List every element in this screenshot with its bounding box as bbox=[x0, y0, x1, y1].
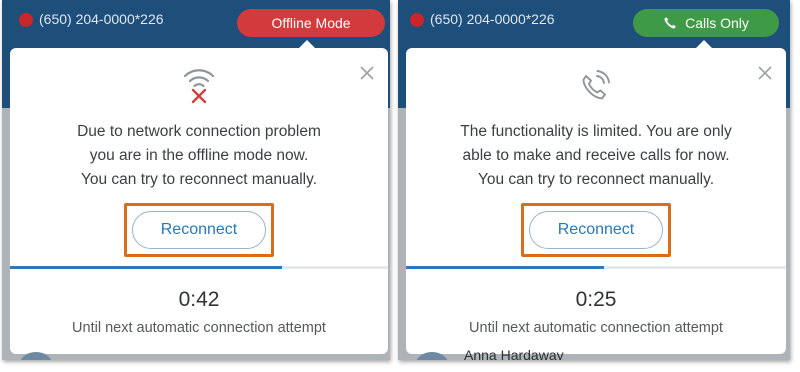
reconnect-button[interactable]: Reconnect bbox=[132, 211, 266, 249]
offline-mode-badge[interactable]: Offline Mode bbox=[237, 9, 385, 37]
reconnect-highlight-box: Reconnect bbox=[521, 203, 671, 257]
phone-number: (650) 204-0000*226 bbox=[430, 11, 555, 27]
close-icon[interactable] bbox=[758, 66, 772, 80]
close-icon[interactable] bbox=[360, 66, 374, 80]
message-line: You can try to reconnect manually. bbox=[80, 171, 318, 188]
phone-number: (650) 204-0000*226 bbox=[39, 11, 164, 27]
offline-mode-panel: (650) 204-0000*226 Offline Mode Due to n… bbox=[2, 0, 390, 360]
reconnect-highlight-box: Reconnect bbox=[124, 203, 274, 257]
message-line: able to make and receive calls for now. bbox=[462, 147, 730, 164]
retry-progress-bar bbox=[10, 266, 388, 269]
calls-only-popover: The functionality is limited. You are on… bbox=[406, 48, 786, 354]
calls-only-panel: (650) 204-0000*226 Calls Only The functi… bbox=[398, 0, 790, 360]
retry-progress-fill bbox=[10, 266, 283, 269]
status-dot-icon bbox=[410, 13, 424, 27]
status-dot-icon bbox=[19, 13, 33, 27]
countdown-caption: Until next automatic connection attempt bbox=[469, 320, 723, 336]
calls-only-message: The functionality is limited. You are on… bbox=[406, 120, 786, 192]
offline-popover: Due to network connection problem you ar… bbox=[10, 48, 388, 354]
message-line: Due to network connection problem bbox=[77, 123, 321, 140]
mode-label: Offline Mode bbox=[271, 15, 351, 31]
countdown-timer: 0:42 bbox=[178, 288, 220, 311]
contact-name: Anna Hardaway bbox=[464, 347, 564, 360]
calls-only-badge[interactable]: Calls Only bbox=[633, 9, 779, 37]
phone-ringing-icon bbox=[582, 70, 610, 100]
countdown-caption: Until next automatic connection attempt bbox=[72, 320, 326, 336]
reconnect-button[interactable]: Reconnect bbox=[529, 211, 663, 249]
retry-progress-bar bbox=[406, 266, 786, 269]
mode-label: Calls Only bbox=[685, 15, 749, 31]
phone-icon bbox=[664, 16, 676, 29]
message-line: you are in the offline mode now. bbox=[89, 147, 309, 164]
wifi-x-icon bbox=[183, 69, 215, 104]
offline-message: Due to network connection problem you ar… bbox=[10, 120, 388, 192]
countdown-timer: 0:25 bbox=[575, 288, 617, 311]
retry-progress-fill bbox=[406, 266, 604, 269]
message-line: The functionality is limited. You are on… bbox=[460, 123, 732, 140]
message-line: You can try to reconnect manually. bbox=[477, 171, 715, 188]
